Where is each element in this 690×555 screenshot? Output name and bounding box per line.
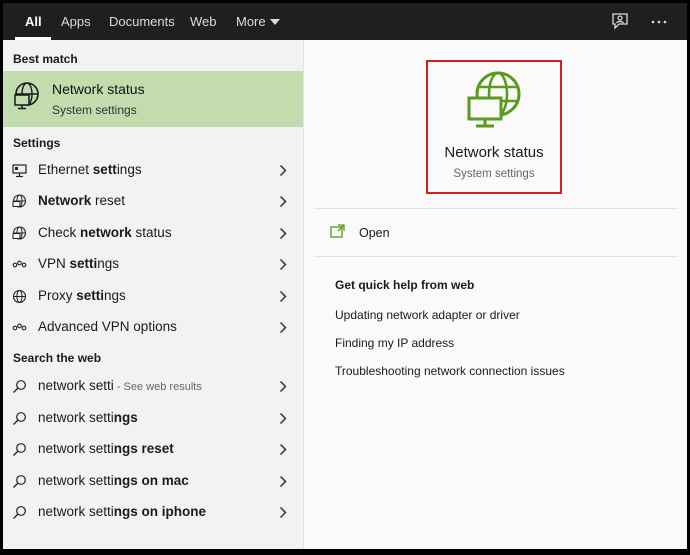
chevron-right-icon[interactable] (279, 475, 287, 488)
web-result-label: network settings (38, 410, 138, 425)
chevron-right-icon[interactable] (279, 164, 287, 177)
tab-apps[interactable]: Apps (61, 3, 91, 40)
quick-help-heading: Get quick help from web (335, 278, 475, 292)
preview-pane: Network status System settings Open Get … (303, 40, 687, 549)
settings-item-vpn-settings[interactable]: VPN settings (3, 249, 303, 280)
preview-title: Network status (444, 144, 544, 161)
feedback-icon[interactable] (610, 11, 632, 33)
quick-help-link[interactable]: Finding my IP address (335, 336, 454, 350)
chevron-right-icon[interactable] (279, 290, 287, 303)
search-icon (13, 380, 26, 393)
search-icon (13, 506, 26, 519)
web-result-label: network settings reset (38, 441, 174, 456)
more-options-icon[interactable] (648, 11, 670, 33)
web-result-item[interactable]: network settings on mac (3, 466, 303, 497)
search-icon (13, 475, 26, 488)
highlighted-app-card[interactable]: Network status System settings (426, 60, 562, 194)
web-result-item[interactable]: network settings (3, 403, 303, 434)
best-match-title: Network status (52, 81, 145, 97)
network-globe-icon (467, 71, 521, 128)
quick-help-link[interactable]: Updating network adapter or driver (335, 308, 520, 322)
settings-item-label: Ethernet settings (38, 162, 142, 177)
chevron-right-icon[interactable] (279, 195, 287, 208)
quick-help-link[interactable]: Troubleshooting network connection issue… (335, 364, 565, 378)
preview-subtitle: System settings (453, 168, 535, 180)
vpn-icon (12, 323, 27, 331)
best-match-item[interactable]: Network status System settings (3, 71, 303, 127)
web-result-item[interactable]: network setti - See web results (3, 371, 303, 402)
search-window: All Apps Documents Web More Best match N… (0, 0, 690, 555)
settings-heading: Settings (13, 136, 61, 150)
divider (314, 256, 678, 257)
tab-documents[interactable]: Documents (109, 3, 175, 40)
settings-item-check-network-status[interactable]: Check network status (3, 218, 303, 249)
settings-item-proxy-settings[interactable]: Proxy settings (3, 281, 303, 312)
settings-item-label: VPN settings (38, 256, 120, 271)
network-globe-icon (12, 194, 27, 208)
results-list: Best match Network status System setting… (3, 40, 303, 549)
search-icon (13, 443, 26, 456)
web-result-label: network settings on mac (38, 473, 189, 488)
settings-item-advanced-vpn[interactable]: Advanced VPN options (3, 312, 303, 343)
ethernet-icon (12, 164, 27, 178)
globe-icon (12, 289, 27, 304)
chevron-right-icon[interactable] (279, 443, 287, 456)
divider (314, 208, 678, 209)
settings-item-ethernet[interactable]: Ethernet settings (3, 155, 303, 186)
tab-web[interactable]: Web (190, 3, 217, 40)
search-icon (13, 412, 26, 425)
vpn-icon (12, 260, 27, 268)
chevron-right-icon[interactable] (279, 258, 287, 271)
tab-more[interactable]: More (236, 3, 280, 40)
settings-item-network-reset[interactable]: Network reset (3, 186, 303, 217)
settings-item-label: Network reset (38, 193, 126, 208)
chevron-right-icon[interactable] (279, 227, 287, 240)
chevron-right-icon[interactable] (279, 412, 287, 425)
web-result-label: network setti - See web results (38, 378, 202, 393)
open-label: Open (359, 226, 390, 240)
search-filter-bar: All Apps Documents Web More (3, 3, 687, 40)
settings-item-label: Proxy settings (38, 288, 126, 303)
chevron-down-icon (269, 18, 280, 25)
chevron-right-icon[interactable] (279, 321, 287, 334)
search-web-heading: Search the web (13, 351, 102, 365)
chevron-right-icon[interactable] (279, 380, 287, 393)
network-globe-icon (14, 82, 39, 110)
see-web-results-hint: - See web results (113, 381, 202, 393)
settings-item-label: Advanced VPN options (38, 319, 177, 334)
chevron-right-icon[interactable] (279, 506, 287, 519)
web-result-item[interactable]: network settings on iphone (3, 497, 303, 528)
settings-item-label: Check network status (38, 225, 172, 240)
open-icon (330, 224, 345, 238)
web-result-item[interactable]: network settings reset (3, 434, 303, 465)
web-result-label: network settings on iphone (38, 504, 207, 519)
best-match-heading: Best match (13, 52, 78, 66)
best-match-subtitle: System settings (52, 103, 137, 117)
network-globe-icon (12, 226, 27, 240)
tab-all[interactable]: All (25, 3, 42, 40)
